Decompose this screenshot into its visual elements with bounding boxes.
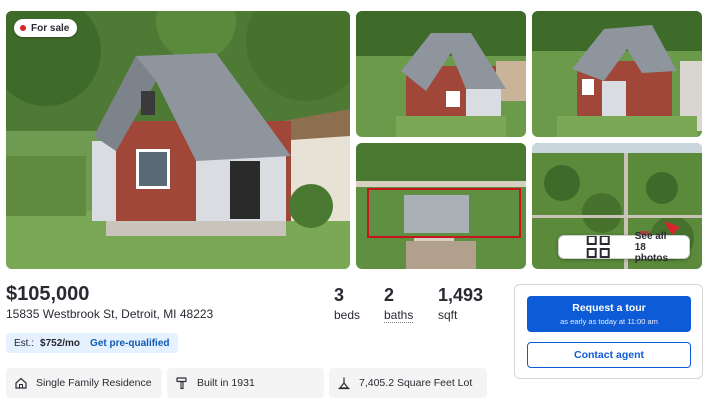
sqft-label: sqft	[438, 308, 458, 322]
estimate-amount[interactable]: $752/mo	[40, 338, 80, 349]
fact-property-type: Single Family Residence	[6, 368, 162, 398]
beds-stat: 3 beds	[334, 285, 360, 322]
house-icon	[15, 377, 27, 389]
monthly-estimate: Est.: $752/mo Get pre-qualified	[6, 333, 178, 353]
fact-lot-size: 7,405.2 Square Feet Lot	[329, 368, 487, 398]
status-badge: For sale	[14, 19, 78, 37]
sqft-value: 1,493	[438, 285, 484, 305]
fact-lot-size-text: 7,405.2 Square Feet Lot	[359, 377, 473, 389]
thumbnail-photo-3[interactable]	[356, 143, 526, 269]
thumbnail-photo-4[interactable]: See all 18 photos	[532, 143, 702, 269]
request-tour-subtext: as early as today at 11:00 am	[560, 317, 658, 326]
house-front-image	[6, 11, 350, 269]
request-tour-label: Request a tour	[572, 302, 646, 314]
contact-card: Request a tour as early as today at 11:0…	[514, 284, 703, 379]
get-pre-qualified-link[interactable]: Get pre-qualified	[90, 338, 169, 349]
house-side-image	[356, 11, 526, 137]
listing-price: $105,000	[6, 283, 90, 305]
fact-year-built-text: Built in 1931	[197, 377, 255, 389]
aerial-lot-image	[356, 143, 526, 269]
beds-label: beds	[334, 308, 361, 322]
contact-agent-button[interactable]: Contact agent	[527, 342, 691, 368]
thumbnail-photo-2[interactable]	[532, 11, 702, 137]
fact-year-built: Built in 1931	[167, 368, 324, 398]
house-angle-image	[532, 11, 702, 137]
request-tour-button[interactable]: Request a tour as early as today at 11:0…	[527, 296, 691, 332]
beds-value: 3	[334, 285, 345, 305]
see-all-photos-label: See all 18 photos	[634, 230, 669, 264]
listing-address: 15835 Westbrook St, Detroit, MI 48223	[6, 307, 214, 321]
status-badge-label: For sale	[31, 22, 70, 34]
baths-label[interactable]: baths	[384, 308, 414, 323]
estimate-label: Est.:	[14, 337, 35, 349]
fact-property-type-text: Single Family Residence	[36, 377, 152, 389]
sqft-stat: 1,493 sqft	[438, 285, 483, 322]
lot-size-icon	[338, 377, 350, 390]
thumbnail-photo-1[interactable]	[356, 11, 526, 137]
status-dot-icon	[20, 25, 26, 31]
grid-icon	[587, 236, 611, 258]
baths-stat[interactable]: 2 baths	[384, 285, 414, 324]
see-all-photos-button[interactable]: See all 18 photos	[558, 231, 690, 264]
hammer-icon	[176, 377, 187, 390]
baths-value: 2	[384, 285, 395, 305]
main-photo[interactable]: For sale	[6, 11, 350, 269]
